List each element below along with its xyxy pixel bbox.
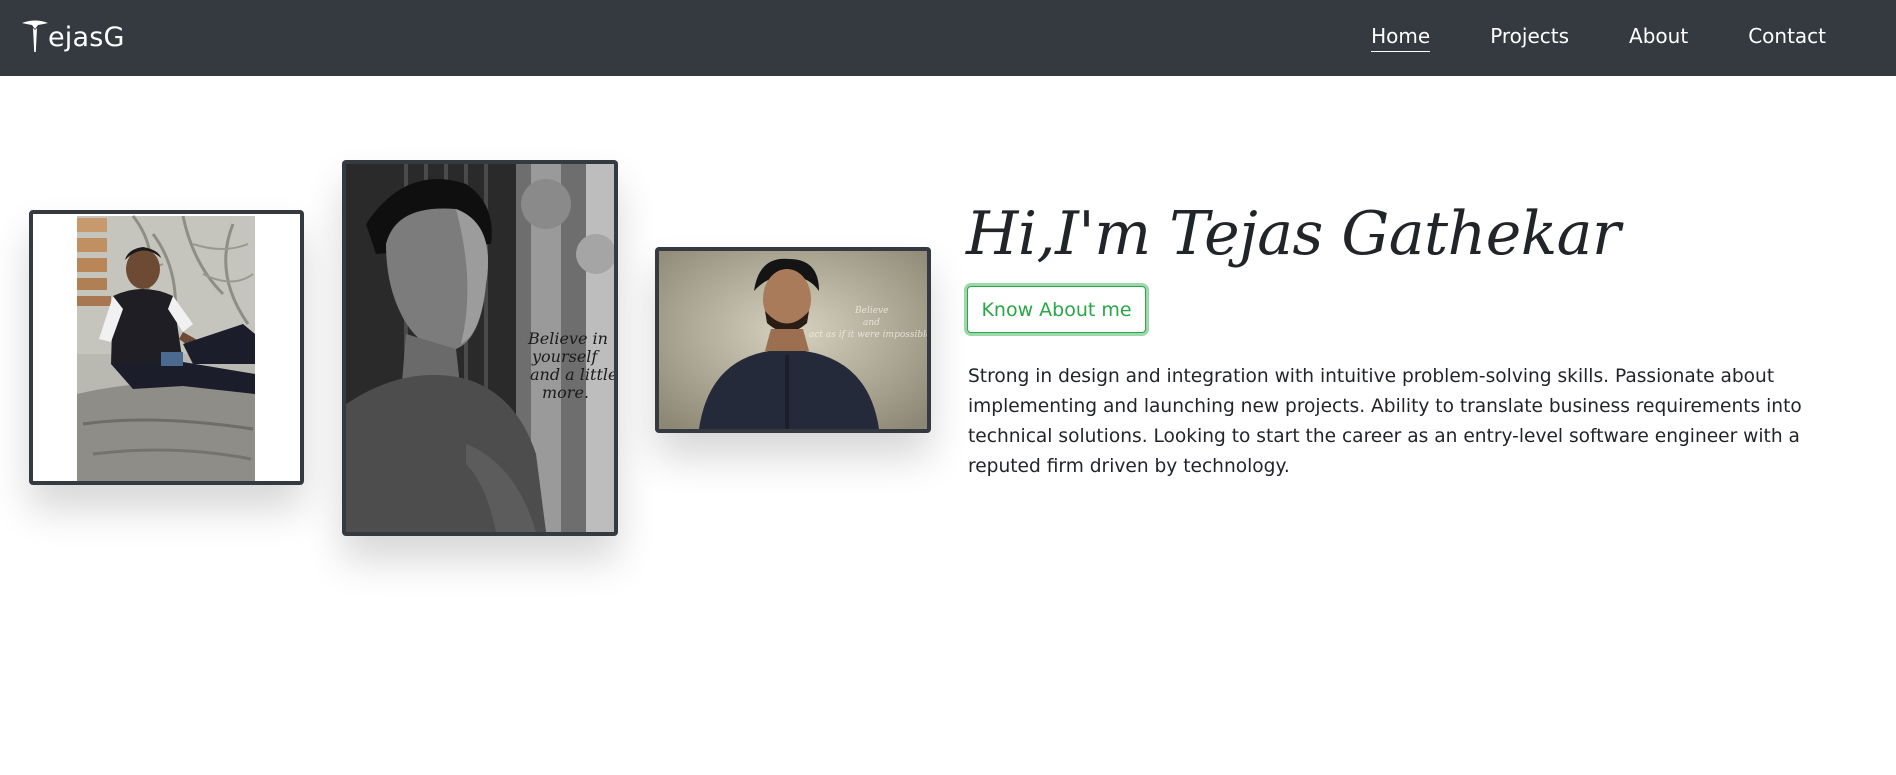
brand-link[interactable]: ejasG: [20, 19, 125, 53]
brand-name: ejasG: [48, 22, 125, 53]
hero-title: Hi,I'm Tejas Gathekar: [966, 199, 1621, 269]
know-about-me-button[interactable]: Know About me: [967, 286, 1146, 333]
svg-text:Believe in: Believe in: [527, 329, 608, 348]
svg-text:more.: more.: [542, 383, 589, 402]
nav-home[interactable]: Home: [1371, 24, 1431, 52]
nav-about[interactable]: About: [1629, 24, 1688, 52]
tesla-logo-icon: [20, 19, 50, 53]
top-navbar: ejasG Home Projects About Contact: [0, 0, 1896, 76]
photo-sitting-on-bench: [29, 210, 304, 485]
nav-contact[interactable]: Contact: [1748, 24, 1826, 52]
svg-text:and: and: [863, 318, 880, 328]
svg-text:and a little: and a little: [530, 365, 614, 384]
svg-text:act as if it were impossible t: act as if it were impossible to fail: [809, 330, 927, 340]
hero-description: Strong in design and integration with in…: [968, 366, 1802, 477]
photo-portrait-wall: Believe and act as if it were impossible…: [655, 247, 931, 433]
photo-portrait-bw: Believe in yourself and a little more.: [342, 160, 618, 536]
nav-links: Home Projects About Contact: [1371, 0, 1826, 76]
nav-projects[interactable]: Projects: [1490, 24, 1569, 52]
svg-text:Believe: Believe: [854, 306, 888, 316]
svg-text:yourself: yourself: [531, 347, 600, 366]
